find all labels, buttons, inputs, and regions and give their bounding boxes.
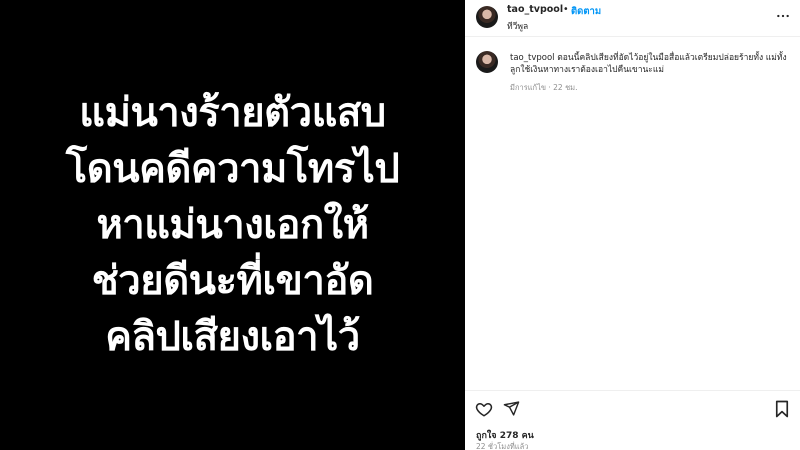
share-icon[interactable] [503,400,520,417]
comment-meta: มีการแก้ไข · 22 ชม. [510,83,578,92]
location-link[interactable]: ทีวีพูล [507,19,528,33]
post-image: แม่นางร้ายตัวแสบ โดนคดีความโทรไป หาแม่นา… [0,0,465,450]
post-caption-line: โดนคดีความโทรไป [65,146,400,192]
post-timestamp[interactable]: 22 ชั่วโมงที่แล้ว [476,441,528,450]
avatar[interactable] [476,51,498,73]
post-caption-line: แม่นางร้ายตัวแสบ [79,90,386,136]
avatar[interactable] [476,6,498,28]
bookmark-icon[interactable] [774,400,790,418]
likes-count[interactable]: ถูกใจ 278 คน [476,428,534,442]
post-caption-line: ช่วยดีนะที่เขาอัด [91,258,374,304]
post-caption-line: คลิปเสียงเอาไว้ [105,314,360,360]
post-header: tao_tvpool • ติดตาม ทีวีพูล [465,0,800,37]
follow-button[interactable]: ติดตาม [571,4,601,19]
action-bar [465,390,800,426]
more-options-icon[interactable] [776,9,790,23]
post-caption-line: หาแม่นางเอกให้ [96,202,369,248]
comment-text: tao_tvpool ตอนนี้คลิปเสียงที่อัดไว้อยู่ใ… [510,52,792,76]
header-username[interactable]: tao_tvpool [507,4,563,15]
heart-icon[interactable] [475,400,493,418]
comment-username[interactable]: tao_tvpool [510,53,555,63]
post-side-panel: tao_tvpool • ติดตาม ทีวีพูล tao_tvpool ต… [465,0,800,450]
separator-dot: • [563,4,569,15]
